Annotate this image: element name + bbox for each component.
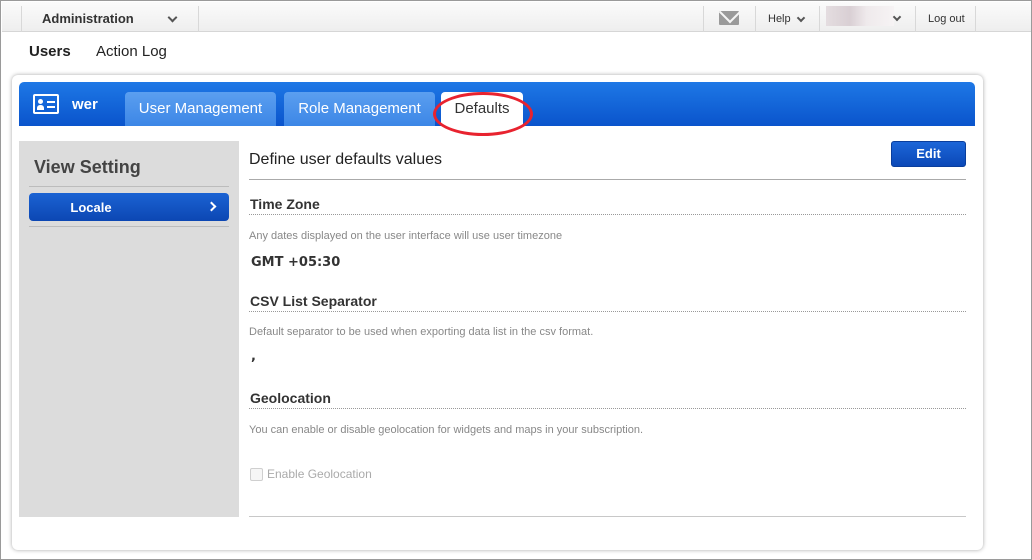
sidebar-item-label: Locale: [70, 200, 112, 215]
app-frame: Administration Help Log out Users Action…: [0, 0, 1032, 560]
divider: [249, 179, 966, 180]
help-label: Help: [768, 13, 791, 25]
csv-separator-value: ,: [251, 349, 256, 364]
divider: [249, 408, 966, 409]
mail-button[interactable]: [703, 6, 755, 32]
module-label: Administration: [42, 11, 134, 26]
chevron-down-icon: [892, 12, 902, 22]
help-menu[interactable]: Help: [755, 6, 819, 32]
tab-defaults[interactable]: Defaults: [441, 92, 523, 126]
timezone-value: GMT +05:30: [251, 255, 341, 270]
divider: [29, 226, 229, 227]
checkbox-label: Enable Geolocation: [267, 467, 372, 481]
section-title-csv: CSV List Separator: [250, 293, 377, 309]
sidebar-item-locale[interactable]: Locale: [29, 193, 229, 221]
section-desc-csv: Default separator to be used when export…: [249, 326, 594, 338]
edit-button[interactable]: Edit: [891, 141, 966, 167]
subnav-users[interactable]: Users: [29, 43, 71, 60]
avatar: [826, 6, 894, 26]
divider: [249, 516, 966, 517]
logout-label: Log out: [928, 13, 965, 25]
id-card-icon: [33, 94, 59, 114]
section-title-geolocation: Geolocation: [250, 390, 331, 406]
section-desc-timezone: Any dates displayed on the user interfac…: [249, 230, 563, 242]
logout-button[interactable]: Log out: [915, 6, 976, 32]
subnav-action-log[interactable]: Action Log: [96, 43, 167, 60]
divider: [29, 186, 229, 187]
chevron-right-icon: [206, 201, 217, 212]
chevron-down-icon: [167, 12, 178, 23]
divider: [249, 311, 966, 312]
tab-role-management[interactable]: Role Management: [284, 92, 435, 126]
top-bar: Administration Help Log out: [2, 2, 1031, 32]
sidebar: View Setting Locale: [19, 141, 239, 517]
envelope-icon: [719, 11, 739, 25]
enable-geolocation-checkbox[interactable]: [250, 468, 263, 481]
section-title-timezone: Time Zone: [250, 196, 320, 212]
sidebar-title: View Setting: [34, 157, 141, 177]
main-panel: wer User Management Role Management Defa…: [12, 75, 983, 550]
module-dropdown[interactable]: Administration: [21, 6, 199, 32]
user-menu[interactable]: [819, 6, 915, 32]
chevron-down-icon: [796, 13, 806, 23]
tab-user-management[interactable]: User Management: [125, 92, 276, 126]
page-title: Define user defaults values: [249, 151, 442, 168]
divider: [249, 214, 966, 215]
section-desc-geolocation: You can enable or disable geolocation fo…: [249, 424, 644, 436]
panel-title: wer: [72, 96, 98, 113]
panel-header: wer User Management Role Management Defa…: [19, 82, 975, 126]
